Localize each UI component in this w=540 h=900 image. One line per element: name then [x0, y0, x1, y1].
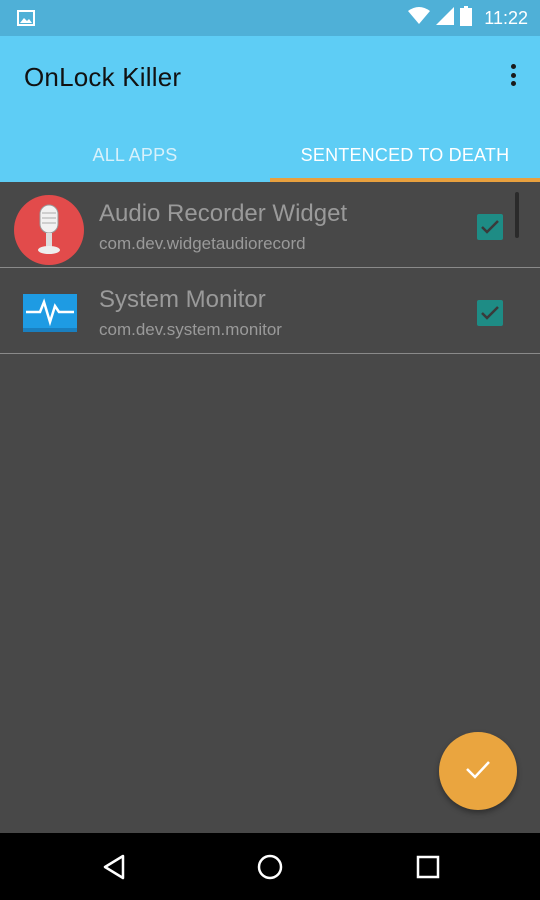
- app-package: com.dev.system.monitor: [99, 320, 282, 339]
- app-bar: OnLock Killer ALL APPS SENTENCED TO DEAT…: [0, 36, 540, 182]
- tab-bar: ALL APPS SENTENCED TO DEATH: [0, 128, 540, 182]
- microphone-icon: [14, 195, 86, 267]
- recents-icon[interactable]: [414, 853, 442, 881]
- status-time: 11:22: [484, 7, 528, 28]
- app-checkbox[interactable]: [477, 214, 503, 240]
- app-title: OnLock Killer: [24, 62, 182, 92]
- navigation-bar: [0, 833, 540, 900]
- home-icon[interactable]: [256, 853, 284, 881]
- signal-icon: [436, 6, 455, 30]
- list-item[interactable]: Audio Recorder Widget com.dev.widgetaudi…: [0, 182, 540, 268]
- app-name: System Monitor: [99, 286, 266, 313]
- back-icon[interactable]: [100, 853, 128, 881]
- app-package: com.dev.widgetaudiorecord: [99, 234, 306, 253]
- gallery-icon: [17, 10, 35, 31]
- confirm-fab-button[interactable]: [439, 732, 517, 810]
- more-vert-icon[interactable]: [508, 62, 518, 88]
- scrollbar[interactable]: [515, 192, 519, 238]
- battery-icon: [460, 5, 473, 31]
- tab-all-apps[interactable]: ALL APPS: [0, 128, 270, 182]
- wifi-icon: [408, 6, 431, 30]
- status-bar: 11:22: [0, 0, 540, 36]
- app-list: Audio Recorder Widget com.dev.widgetaudi…: [0, 182, 540, 354]
- monitor-icon: [14, 282, 86, 354]
- app-name: Audio Recorder Widget: [99, 200, 348, 227]
- list-item[interactable]: System Monitor com.dev.system.monitor: [0, 268, 540, 354]
- check-icon: [464, 758, 492, 785]
- app-checkbox[interactable]: [477, 300, 503, 326]
- tab-sentenced-to-death[interactable]: SENTENCED TO DEATH: [270, 128, 540, 182]
